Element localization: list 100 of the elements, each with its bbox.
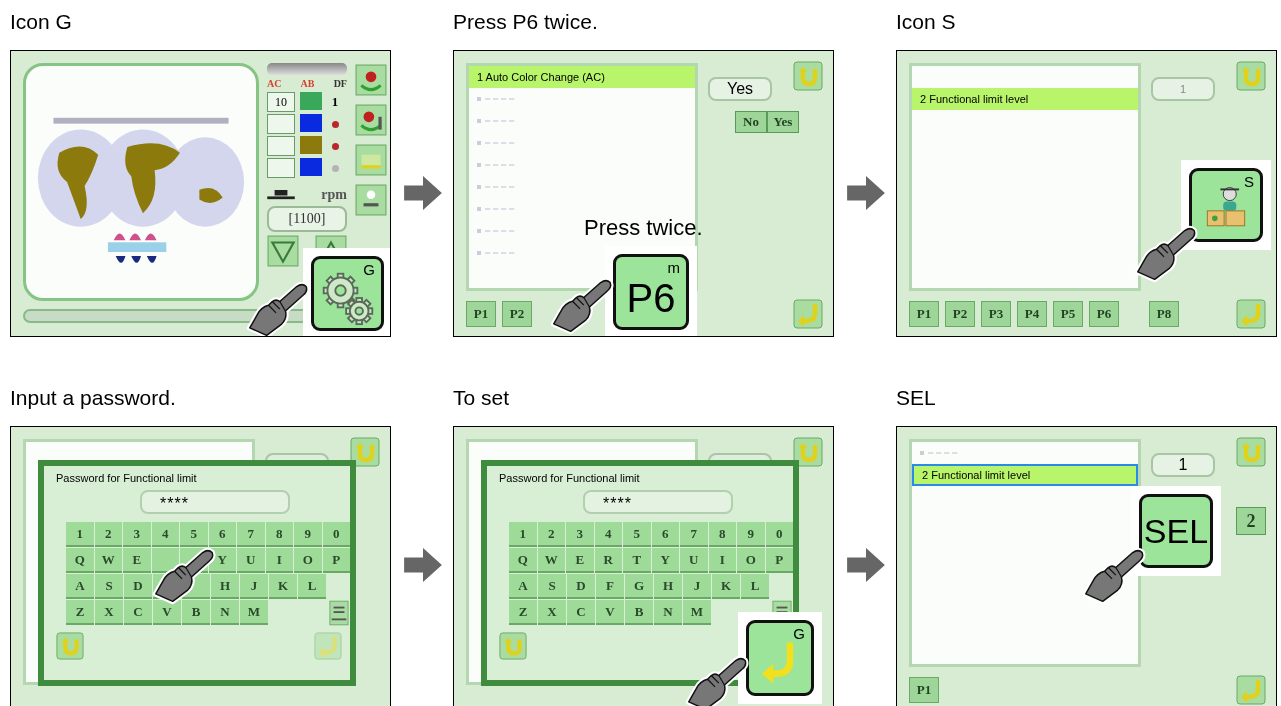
keyboard-key[interactable]: 5 xyxy=(180,522,208,547)
faded-list-item[interactable] xyxy=(477,96,517,102)
keyboard-key[interactable]: 4 xyxy=(151,522,179,547)
enter-icon[interactable] xyxy=(1236,675,1266,705)
keyboard-key[interactable]: L xyxy=(741,574,769,599)
backspace-key[interactable] xyxy=(329,600,349,626)
keyboard-key[interactable]: S xyxy=(538,574,566,599)
keyboard-key[interactable]: G xyxy=(625,574,653,599)
keyboard-key[interactable]: 7 xyxy=(680,522,708,547)
keyboard-key[interactable]: 4 xyxy=(594,522,622,547)
faded-list-item[interactable] xyxy=(477,140,517,146)
password-field[interactable]: **** xyxy=(140,490,290,514)
keyboard-key[interactable]: V xyxy=(596,600,624,625)
keyboard-key[interactable]: Z xyxy=(66,600,94,625)
keyboard-key[interactable]: O xyxy=(737,548,765,573)
faded-list-item[interactable] xyxy=(477,162,517,168)
icon-button[interactable] xyxy=(355,103,387,137)
keyboard-key[interactable]: O xyxy=(294,548,322,573)
page-tab[interactable]: P1 xyxy=(466,301,496,327)
keyboard-key[interactable]: C xyxy=(567,600,595,625)
keyboard-key[interactable]: 1 xyxy=(66,522,94,547)
option-button[interactable]: 2 xyxy=(1236,507,1266,535)
speed-field[interactable]: [1100] xyxy=(267,206,347,232)
choice-button[interactable]: No xyxy=(735,111,767,133)
keyboard-key[interactable]: I xyxy=(708,548,736,573)
faded-list-item[interactable] xyxy=(477,118,517,124)
back-icon[interactable] xyxy=(793,437,823,467)
keyboard-key[interactable]: 3 xyxy=(123,522,151,547)
keyboard-key[interactable]: B xyxy=(625,600,653,625)
page-tab[interactable]: P8 xyxy=(1149,301,1179,327)
key-button[interactable]: m P6 xyxy=(613,254,689,330)
keyboard-key[interactable] xyxy=(151,548,179,573)
keyboard-key[interactable]: H xyxy=(211,574,239,599)
keyboard-key[interactable]: I xyxy=(265,548,293,573)
back-icon[interactable] xyxy=(1236,61,1266,91)
keyboard-key[interactable]: 2 xyxy=(94,522,122,547)
keyboard-key[interactable]: 3 xyxy=(566,522,594,547)
keyboard-key[interactable]: 8 xyxy=(708,522,736,547)
keyboard-key[interactable]: W xyxy=(537,548,565,573)
keyboard-key[interactable]: 5 xyxy=(623,522,651,547)
keyboard-key[interactable]: F xyxy=(596,574,624,599)
keyboard-key[interactable]: Q xyxy=(509,548,537,573)
enter-icon[interactable] xyxy=(793,299,823,329)
keyboard-key[interactable]: J xyxy=(683,574,711,599)
keyboard-key[interactable]: J xyxy=(240,574,268,599)
keyboard-key[interactable]: X xyxy=(538,600,566,625)
down-arrow-button[interactable] xyxy=(267,235,299,267)
keyboard-key[interactable]: T xyxy=(623,548,651,573)
keyboard-key[interactable]: U xyxy=(237,548,265,573)
keyboard-key[interactable]: D xyxy=(567,574,595,599)
icon-button[interactable] xyxy=(355,183,387,217)
page-tab[interactable]: P3 xyxy=(981,301,1011,327)
select-button[interactable]: SEL xyxy=(1139,494,1213,568)
keyboard-key[interactable]: N xyxy=(211,600,239,625)
enter-icon[interactable] xyxy=(314,632,342,660)
page-tab[interactable]: P2 xyxy=(502,301,532,327)
list-item[interactable]: 1 Auto Color Change (AC) xyxy=(469,66,695,88)
keyboard-key[interactable]: W xyxy=(94,548,122,573)
back-icon[interactable] xyxy=(793,61,823,91)
keyboard-key[interactable]: A xyxy=(66,574,94,599)
keyboard-key[interactable]: H xyxy=(654,574,682,599)
keyboard-key[interactable]: A xyxy=(509,574,537,599)
password-field[interactable]: **** xyxy=(583,490,733,514)
faded-list-item[interactable] xyxy=(477,228,517,234)
page-tab[interactable]: P6 xyxy=(1089,301,1119,327)
back-icon[interactable] xyxy=(56,632,84,660)
icon-button[interactable] xyxy=(355,63,387,97)
keyboard-key[interactable]: E xyxy=(566,548,594,573)
page-tab[interactable]: P4 xyxy=(1017,301,1047,327)
keyboard-key[interactable]: S xyxy=(95,574,123,599)
keyboard-key[interactable]: 2 xyxy=(537,522,565,547)
keyboard-key[interactable]: 1 xyxy=(509,522,537,547)
enter-button[interactable]: G xyxy=(746,620,814,696)
keyboard-key[interactable]: D xyxy=(124,574,152,599)
keyboard-key[interactable]: 8 xyxy=(265,522,293,547)
keyboard-key[interactable]: Y xyxy=(651,548,679,573)
keyboard-key[interactable]: N xyxy=(654,600,682,625)
back-icon[interactable] xyxy=(350,437,380,467)
keyboard-key[interactable]: M xyxy=(240,600,268,625)
keyboard-key[interactable]: P xyxy=(765,548,793,573)
list-item[interactable]: 2 Functional limit level xyxy=(912,88,1138,110)
keyboard-key[interactable]: 0 xyxy=(765,522,793,547)
keyboard-key[interactable]: 6 xyxy=(208,522,236,547)
page-tab[interactable]: P1 xyxy=(909,301,939,327)
faded-list-item[interactable] xyxy=(920,450,960,456)
keyboard-key[interactable]: U xyxy=(680,548,708,573)
keyboard-key[interactable]: 0 xyxy=(322,522,350,547)
keyboard-key[interactable]: P xyxy=(322,548,350,573)
keyboard-key[interactable]: C xyxy=(124,600,152,625)
keyboard-key[interactable]: 6 xyxy=(651,522,679,547)
page-tab[interactable]: P5 xyxy=(1053,301,1083,327)
settings-button[interactable]: G xyxy=(311,256,384,331)
enter-icon[interactable] xyxy=(1236,299,1266,329)
keyboard-key[interactable]: M xyxy=(683,600,711,625)
keyboard-key[interactable]: V xyxy=(153,600,181,625)
page-tab[interactable]: P1 xyxy=(909,677,939,703)
keyboard-key[interactable]: R xyxy=(594,548,622,573)
keyboard-key[interactable]: B xyxy=(182,600,210,625)
page-tab[interactable]: P2 xyxy=(945,301,975,327)
keyboard-key[interactable]: L xyxy=(298,574,326,599)
